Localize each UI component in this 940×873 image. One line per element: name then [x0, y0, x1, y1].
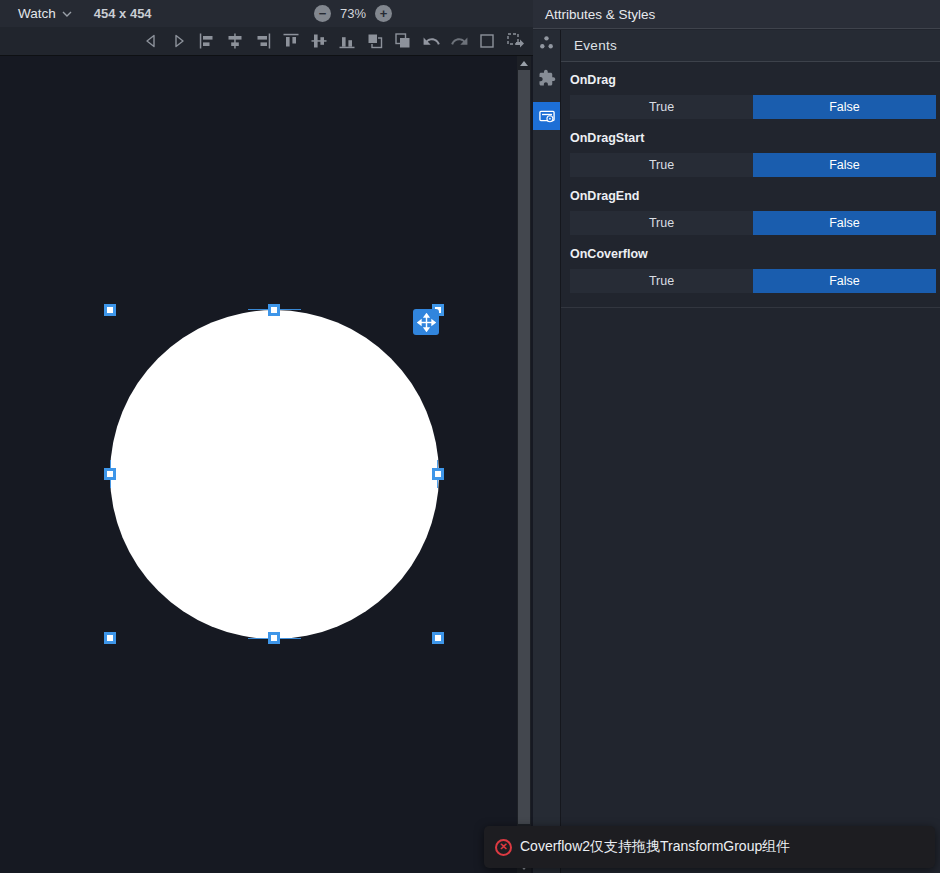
event-label: OnCoverflow: [570, 247, 936, 264]
zoom-controls: − 73% +: [314, 0, 392, 27]
resize-handle-top-center[interactable]: [268, 304, 280, 316]
design-canvas[interactable]: [0, 55, 533, 873]
align-top-icon[interactable]: [281, 31, 301, 51]
node-group-icon[interactable]: [536, 32, 557, 53]
ondragend-true-button[interactable]: True: [570, 211, 753, 235]
event-label: OnDrag: [570, 73, 936, 90]
resize-handle-mid-left[interactable]: [104, 468, 116, 480]
resize-handle-bottom-left[interactable]: [104, 632, 116, 644]
ondrag-false-button[interactable]: False: [753, 95, 936, 119]
ondragstart-false-button[interactable]: False: [753, 153, 936, 177]
align-middle-vertical-icon[interactable]: [309, 31, 329, 51]
events-list: OnDrag True False OnDragStart True False…: [561, 62, 940, 308]
circle-shape[interactable]: [110, 310, 439, 639]
move-tool-button[interactable]: [413, 309, 439, 335]
move-arrows-icon: [417, 313, 436, 332]
align-bottom-icon[interactable]: [337, 31, 357, 51]
events-section-title: Events: [561, 30, 940, 62]
top-bar: Watch 454 x 454 − 73% +: [0, 0, 533, 27]
event-label: OnDragStart: [570, 131, 936, 148]
panel-icon-strip: [533, 30, 560, 873]
prev-triangle-icon[interactable]: [141, 31, 161, 51]
align-right-icon[interactable]: [253, 31, 273, 51]
panel-title: Attributes & Styles: [533, 0, 940, 29]
ondragstart-true-button[interactable]: True: [570, 153, 753, 177]
event-label: OnDragEnd: [570, 189, 936, 206]
editor-left-region: Watch 454 x 454 − 73% +: [0, 0, 533, 873]
ondragend-false-button[interactable]: False: [753, 211, 936, 235]
redo-icon[interactable]: [449, 31, 469, 51]
toolbar: [0, 27, 533, 55]
plugin-puzzle-icon[interactable]: [536, 67, 557, 88]
attributes-form-icon-active[interactable]: [533, 102, 560, 130]
event-row-ondragend: OnDragEnd True False: [570, 189, 936, 235]
error-toast-text: Coverflow2仅支持拖拽TransformGroup组件: [520, 838, 790, 856]
align-center-horizontal-icon[interactable]: [225, 31, 245, 51]
marquee-square-icon[interactable]: [477, 31, 497, 51]
error-toast: ✕ Coverflow2仅支持拖拽TransformGroup组件: [484, 826, 935, 868]
resize-handle-bottom-center[interactable]: [268, 632, 280, 644]
error-circle-x-icon: ✕: [495, 839, 512, 856]
event-row-ondragstart: OnDragStart True False: [570, 131, 936, 177]
oncoverflow-true-button[interactable]: True: [570, 269, 753, 293]
oncoverflow-false-button[interactable]: False: [753, 269, 936, 293]
send-to-back-icon[interactable]: [393, 31, 413, 51]
component-export-icon[interactable]: [505, 31, 525, 51]
event-row-oncoverflow: OnCoverflow True False: [570, 247, 936, 293]
resize-handle-bottom-right[interactable]: [432, 632, 444, 644]
ondrag-true-button[interactable]: True: [570, 95, 753, 119]
device-selector-label: Watch: [18, 6, 56, 21]
zoom-out-button[interactable]: −: [314, 5, 331, 22]
resize-handle-mid-right[interactable]: [432, 468, 444, 480]
align-left-icon[interactable]: [197, 31, 217, 51]
bring-to-front-icon[interactable]: [365, 31, 385, 51]
canvas-vertical-scrollbar[interactable]: [517, 56, 531, 873]
zoom-in-button[interactable]: +: [375, 5, 392, 22]
resize-handle-top-left[interactable]: [104, 304, 116, 316]
device-selector[interactable]: Watch: [18, 6, 72, 21]
zoom-level: 73%: [340, 6, 366, 21]
chevron-down-icon: [62, 11, 72, 17]
event-row-ondrag: OnDrag True False: [570, 73, 936, 119]
next-triangle-icon[interactable]: [169, 31, 189, 51]
scrollbar-thumb[interactable]: [518, 70, 530, 824]
attributes-panel: Attributes & Styles Events OnDrag True F…: [533, 0, 940, 873]
undo-icon[interactable]: [421, 31, 441, 51]
canvas-size-label: 454 x 454: [94, 6, 152, 21]
scroll-up-arrow[interactable]: [520, 61, 528, 66]
